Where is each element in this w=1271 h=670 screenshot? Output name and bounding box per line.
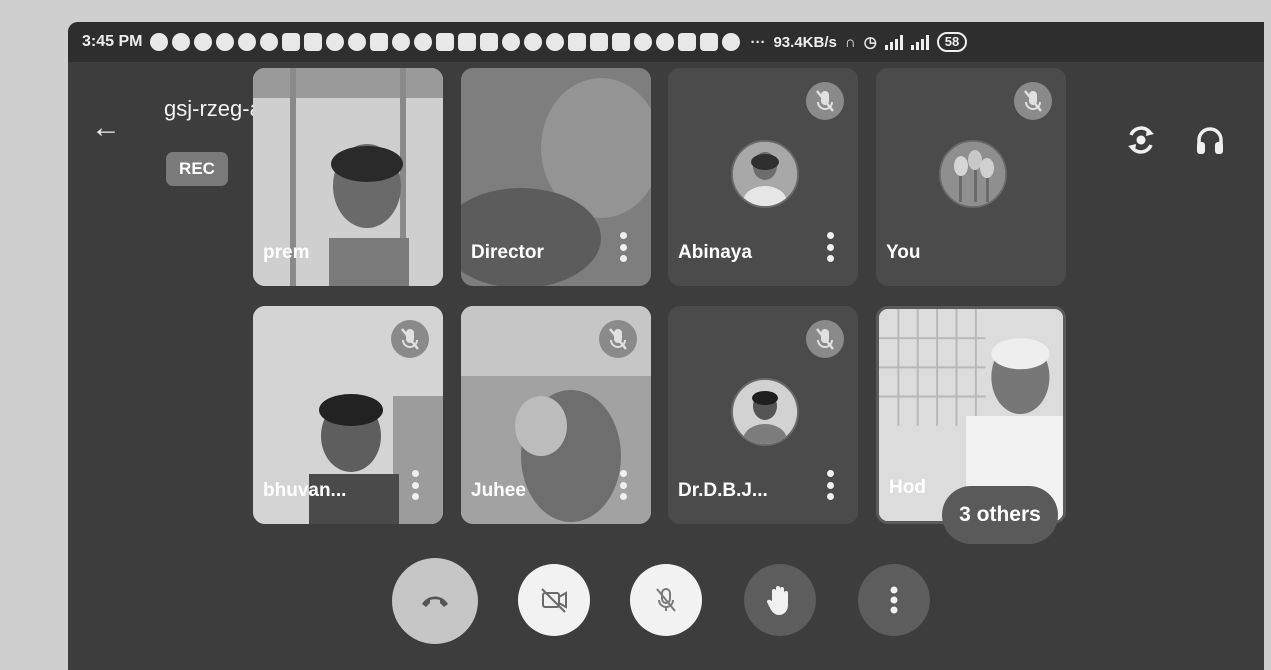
notification-icon: [150, 33, 169, 51]
hand-icon: [766, 586, 788, 615]
notification-icon: [282, 33, 301, 51]
participant-name: Director: [471, 242, 544, 263]
mic-off-icon: [391, 320, 429, 358]
participant-name: Juhee: [471, 480, 526, 501]
participant-tile[interactable]: Director: [461, 68, 651, 286]
notification-icon: [436, 33, 455, 51]
more-options-icon[interactable]: [619, 232, 627, 262]
notification-icon: [458, 33, 477, 51]
more-vert-icon: [890, 586, 898, 614]
avatar: [939, 140, 1007, 208]
camera-toggle-button[interactable]: [518, 564, 590, 636]
participant-tile[interactable]: Juhee: [461, 306, 651, 524]
status-time: 3:45 PM: [82, 33, 143, 50]
notification-icon: [722, 33, 741, 51]
signal-icon: [884, 34, 903, 50]
notification-icon: [326, 33, 345, 51]
notification-icon: [194, 33, 213, 51]
more-options-button[interactable]: [858, 564, 930, 636]
network-speed: 93.4KB/s: [773, 33, 837, 51]
battery-indicator: 58: [936, 32, 968, 52]
alarm-icon: ◷: [863, 34, 877, 51]
participant-name: bhuvan...: [263, 480, 347, 501]
notification-icon: [678, 33, 697, 51]
notification-icon: [568, 33, 587, 51]
status-right: ··· 93.4KB/s ∩ ◷ 58: [750, 32, 968, 52]
notification-icon: [414, 33, 433, 51]
participant-tile[interactable]: bhuvan...: [253, 306, 443, 524]
notification-icon: [260, 33, 279, 51]
participant-tile[interactable]: prem: [253, 68, 443, 286]
notification-icon: [348, 33, 367, 51]
participant-tile[interactable]: Dr.D.B.J...: [668, 306, 858, 524]
participant-name: You: [886, 242, 921, 263]
mic-off-icon: [656, 588, 676, 612]
status-bar: 3:45 PM ··· 93.4KB/s ∩ ◷ 58: [68, 22, 1264, 62]
meet-screen: 3:45 PM ··· 93.4KB/s ∩ ◷ 58 ← gsj-rzeg-a…: [68, 22, 1264, 670]
video-off-icon: [541, 588, 567, 613]
audio-output-icon[interactable]: [1192, 122, 1228, 158]
recording-badge: REC: [166, 152, 228, 186]
notification-icon: [524, 33, 543, 51]
participant-tile[interactable]: Abinaya: [668, 68, 858, 286]
participant-name: Abinaya: [678, 242, 752, 263]
participant-name: Dr.D.B.J...: [678, 480, 768, 501]
signal-icon: [910, 34, 929, 50]
participant-name: prem: [263, 242, 310, 263]
end-call-button[interactable]: [392, 558, 478, 644]
notification-icon: [392, 33, 411, 51]
notification-icon: [304, 33, 323, 51]
end-call-icon: [422, 596, 448, 607]
avatar: [731, 140, 799, 208]
microphone-toggle-button[interactable]: [630, 564, 702, 636]
mic-off-icon: [806, 82, 844, 120]
notification-icon: [546, 33, 565, 51]
switch-camera-icon[interactable]: [1123, 122, 1159, 158]
notification-icon: [370, 33, 389, 51]
notification-icon: [502, 33, 521, 51]
more-options-icon[interactable]: [411, 470, 419, 500]
avatar: [731, 378, 799, 446]
more-options-icon[interactable]: [826, 470, 834, 500]
more-options-icon[interactable]: [826, 232, 834, 262]
mic-off-icon: [806, 320, 844, 358]
notification-icon: [656, 33, 675, 51]
notification-icon: [172, 33, 191, 51]
notification-icon: [238, 33, 257, 51]
notification-icon: [612, 33, 631, 51]
notification-icon: [480, 33, 499, 51]
notification-icon: [590, 33, 609, 51]
back-arrow-icon[interactable]: ←: [88, 110, 124, 146]
raise-hand-button[interactable]: [744, 564, 816, 636]
headset-icon: ∩: [844, 33, 856, 51]
notification-icon: [216, 33, 235, 51]
notification-icons: [150, 33, 741, 51]
participant-name: Hod: [889, 477, 926, 498]
more-notifications-indicator: ···: [750, 33, 766, 51]
mic-off-icon: [599, 320, 637, 358]
participant-tile[interactable]: You: [876, 68, 1066, 286]
others-count-badge[interactable]: 3 others: [942, 486, 1058, 544]
notification-icon: [700, 33, 719, 51]
more-options-icon[interactable]: [619, 470, 627, 500]
notification-icon: [634, 33, 653, 51]
mic-off-icon: [1014, 82, 1052, 120]
